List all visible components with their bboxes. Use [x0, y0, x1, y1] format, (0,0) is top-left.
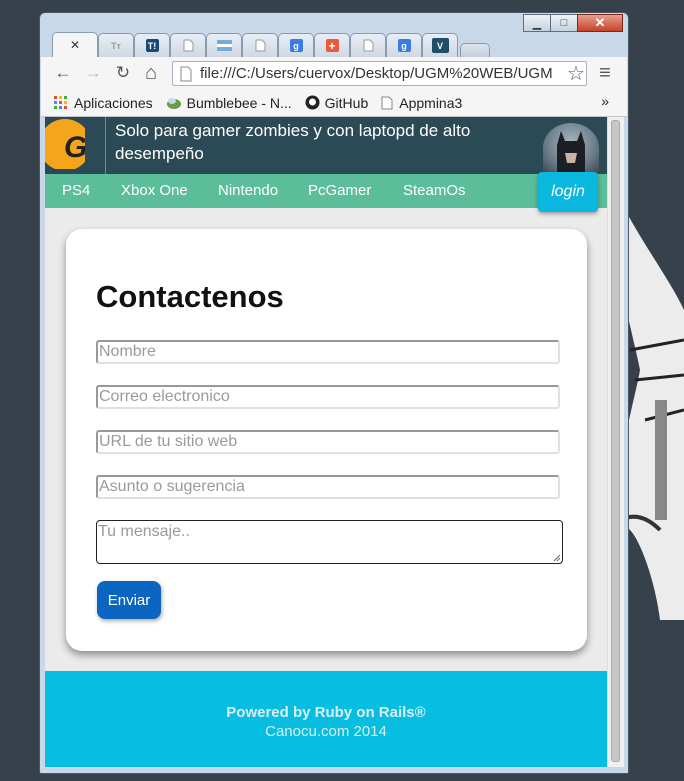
- close-window-button[interactable]: ✕: [577, 14, 623, 32]
- tab-tt[interactable]: Tт: [98, 33, 134, 57]
- bookmark-label: GitHub: [324, 94, 369, 111]
- scrollbar-thumb[interactable]: [611, 120, 620, 762]
- bookmark-label: Aplicaciones: [74, 94, 153, 111]
- menu-icon: ≡: [599, 61, 611, 84]
- footer-copyright: Canocu.com 2014: [265, 723, 387, 740]
- forward-button[interactable]: →: [81, 61, 105, 85]
- tab-active[interactable]: ✕: [52, 32, 98, 57]
- maximize-button[interactable]: □: [550, 14, 578, 32]
- close-tab-icon[interactable]: ✕: [70, 38, 80, 52]
- bookmark-label: Bumblebee - N...: [186, 94, 292, 111]
- address-bar[interactable]: file:///C:/Users/cuervox/Desktop/UGM%20W…: [172, 61, 587, 86]
- google-favicon-icon: g: [397, 39, 411, 52]
- tab-page-1[interactable]: [170, 33, 206, 57]
- bookmarks-bar: Aplicaciones Bumblebee - N... GitHub App…: [41, 89, 627, 117]
- star-icon: ☆: [567, 62, 585, 85]
- reload-icon: ↻: [115, 63, 131, 82]
- bookmark-github[interactable]: GitHub: [305, 94, 369, 111]
- browser-menu-button[interactable]: ≡: [593, 61, 617, 85]
- bookmark-bumblebee[interactable]: Bumblebee - N...: [166, 95, 292, 111]
- browser-toolbar: ← → ↻ ⌂ file:///C:/Users/cuervox/Desktop…: [41, 57, 627, 89]
- avatar: [543, 123, 599, 173]
- v-favicon-icon: V: [431, 38, 449, 53]
- new-tab-button[interactable]: [460, 43, 490, 57]
- bookmark-label: Appmina3: [399, 94, 463, 111]
- back-arrow-icon: ←: [54, 63, 72, 82]
- back-button[interactable]: ←: [51, 61, 75, 85]
- login-button[interactable]: login: [538, 172, 598, 212]
- footer-powered-by: Powered by Ruby on Rails®: [226, 704, 426, 721]
- bookmarks-overflow-button[interactable]: »: [601, 93, 609, 109]
- bookmark-aplicaciones[interactable]: Aplicaciones: [54, 95, 153, 111]
- subject-input[interactable]: Asunto o sugerencia: [96, 475, 560, 499]
- flag-favicon-icon: [216, 40, 232, 51]
- site-title: Solo para gamer zombies y con laptopd de…: [115, 121, 471, 163]
- home-button[interactable]: ⌂: [139, 61, 163, 85]
- page-icon: [180, 66, 192, 81]
- bumblebee-icon: [166, 97, 181, 109]
- tab-page-2[interactable]: [242, 33, 278, 57]
- nav-link-nintendo[interactable]: Nintendo: [218, 182, 278, 199]
- submit-button[interactable]: Enviar: [97, 581, 161, 619]
- reload-button[interactable]: ↻: [111, 61, 135, 85]
- name-input[interactable]: Nombre: [96, 340, 560, 364]
- plus-favicon-icon: +: [325, 39, 339, 53]
- tab-v[interactable]: V: [422, 33, 458, 57]
- bookmark-appmina3[interactable]: Appmina3: [381, 95, 462, 111]
- tab-google-1[interactable]: g: [278, 33, 314, 57]
- contact-card: Contactenos Nombre Correo electronico UR…: [66, 229, 587, 651]
- minimize-button[interactable]: ▁: [523, 14, 551, 32]
- page-viewport: G Solo para gamer zombies y con laptopd …: [45, 117, 607, 767]
- header-divider: [105, 117, 106, 174]
- apps-grid-icon: [54, 95, 67, 109]
- browser-window: ▁ □ ✕ ✕ Tт T! g + g V ← → ↻ ⌂ file:///C:…: [39, 12, 629, 774]
- tab-page-3[interactable]: [350, 33, 386, 57]
- resize-grip-icon[interactable]: [553, 554, 561, 562]
- tab-strip: ✕ Tт T! g + g V: [50, 31, 628, 57]
- google-favicon-icon: g: [289, 39, 303, 52]
- window-controls: ▁ □ ✕: [523, 14, 623, 32]
- email-input[interactable]: Correo electronico: [96, 385, 560, 409]
- home-icon: ⌂: [144, 61, 158, 84]
- site-header: G Solo para gamer zombies y con laptopd …: [45, 117, 607, 174]
- tab-flag[interactable]: [206, 33, 242, 57]
- page-icon: [381, 96, 393, 109]
- forward-arrow-icon: →: [84, 63, 102, 82]
- batman-avatar-icon: [557, 131, 585, 173]
- nav-link-xbox-one[interactable]: Xbox One: [121, 182, 188, 199]
- tt-favicon-icon: Tт: [111, 40, 121, 51]
- message-placeholder: Tu mensaje..: [98, 523, 190, 540]
- vertical-scrollbar[interactable]: [607, 117, 624, 767]
- tab-t[interactable]: T!: [134, 33, 170, 57]
- bookmark-star-button[interactable]: ☆: [564, 61, 588, 85]
- message-textarea[interactable]: Tu mensaje..: [96, 520, 563, 564]
- tab-plus[interactable]: +: [314, 33, 350, 57]
- tab-google-2[interactable]: g: [386, 33, 422, 57]
- nav-link-pcgamer[interactable]: PcGamer: [308, 182, 371, 199]
- site-logo-icon: G: [45, 119, 85, 169]
- page-icon: [363, 39, 373, 52]
- github-icon: [305, 95, 320, 110]
- page-icon: [255, 39, 265, 52]
- url-text: file:///C:/Users/cuervox/Desktop/UGM%20W…: [200, 65, 553, 82]
- nav-link-ps4[interactable]: PS4: [62, 182, 90, 199]
- website-url-input[interactable]: URL de tu sitio web: [96, 430, 560, 454]
- t-favicon-icon: T!: [145, 39, 159, 52]
- page-icon: [183, 39, 193, 52]
- contact-heading: Contactenos: [96, 279, 284, 314]
- site-nav: PS4 Xbox One Nintendo PcGamer SteamOs lo…: [45, 172, 607, 212]
- site-footer: Powered by Ruby on Rails® Canocu.com 201…: [45, 671, 607, 767]
- nav-link-steamos[interactable]: SteamOs: [403, 182, 466, 199]
- logo-letter: G: [64, 131, 85, 164]
